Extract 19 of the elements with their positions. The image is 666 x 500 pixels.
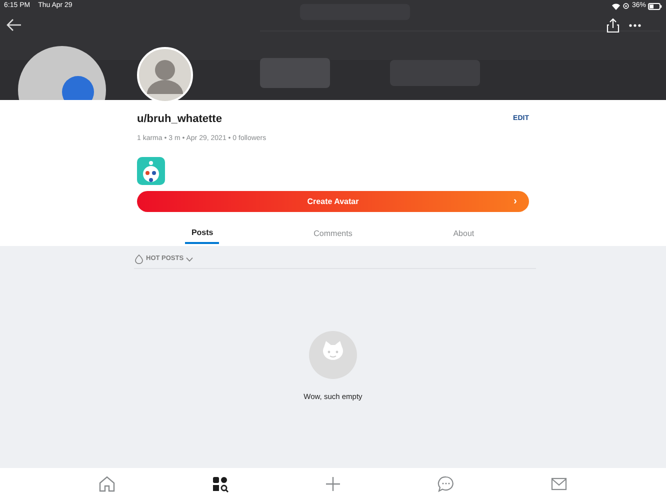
caret-icon (186, 256, 193, 262)
profile-tab[interactable]: About (447, 224, 480, 244)
back-button[interactable] (6, 18, 22, 32)
chat-icon[interactable] (437, 475, 456, 493)
profile-tab[interactable]: Comments (308, 224, 358, 244)
more-button[interactable] (629, 24, 641, 27)
cat-icon (309, 331, 357, 379)
home-icon[interactable] (98, 475, 116, 493)
avatar (137, 47, 193, 103)
share-button[interactable] (606, 18, 620, 33)
create-avatar-button[interactable]: Create Avatar › (137, 191, 529, 212)
username: u/bruh_whatette (137, 112, 222, 127)
plus-icon[interactable] (324, 475, 342, 493)
profile-tab[interactable]: Posts (185, 224, 220, 244)
discover-icon[interactable] (210, 475, 229, 493)
snoo-avatar-icon (137, 157, 165, 185)
mail-icon[interactable] (550, 475, 568, 493)
wifi-icon (612, 2, 620, 10)
battery-icon (648, 2, 662, 10)
